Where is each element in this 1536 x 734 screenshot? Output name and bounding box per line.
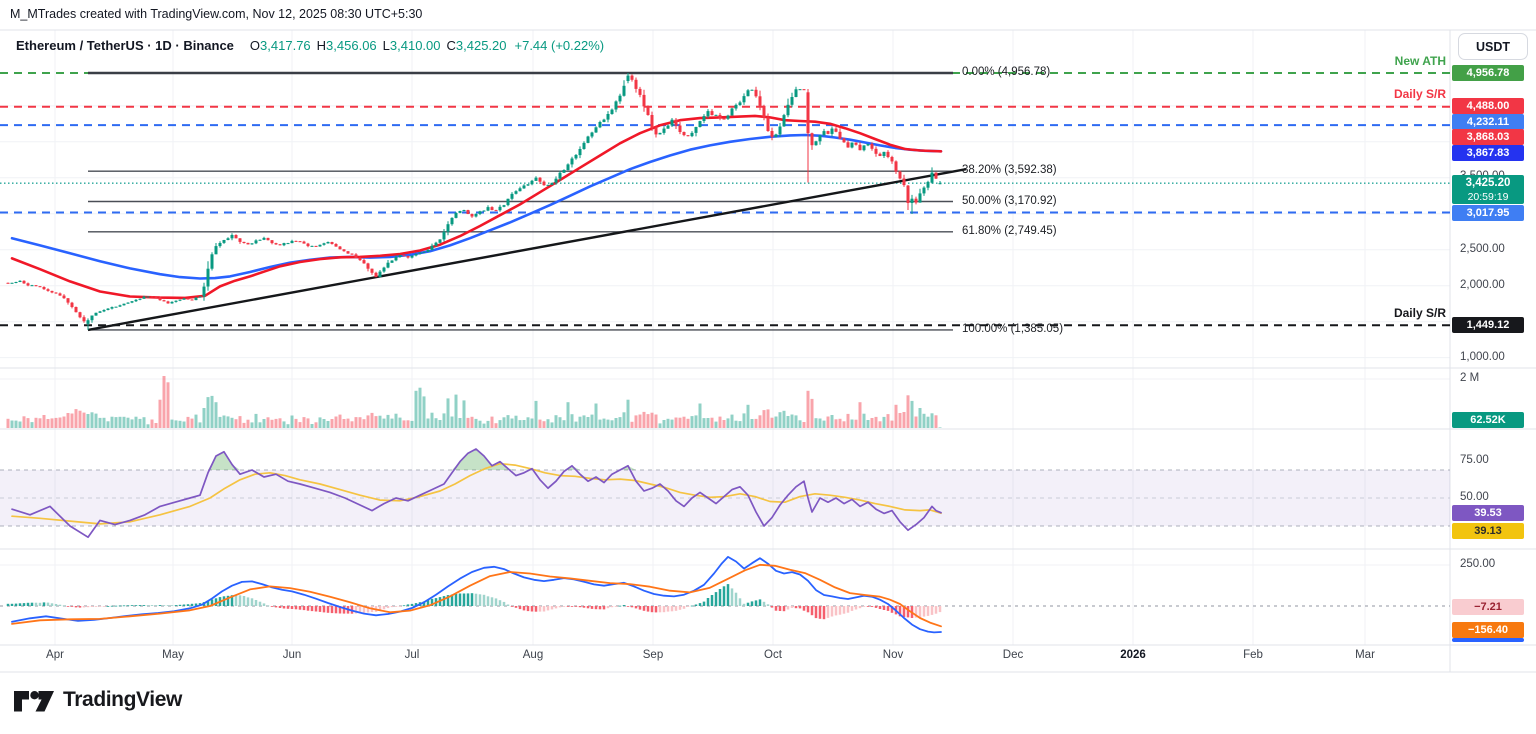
price-scale-badge: 4,956.78 [1452,65,1524,81]
tradingview-footer: TradingView [13,686,182,714]
current-price-badge: 3,425.20 20:59:19 [1452,175,1524,204]
gridlines [0,30,1450,645]
price-scale-badge: 39.13 [1452,523,1524,539]
price-scale-badge: 3,867.83 [1452,145,1524,161]
time-axis-label: Mar [1355,649,1375,661]
level-annotation-text: New ATH [1394,54,1446,68]
price-scale-badge: 1,449.12 [1452,317,1524,333]
fib-level-label: 0.00% (4,956.78) [962,65,1051,78]
low-value: 3,410.00 [389,38,441,53]
open-label: O [249,38,261,53]
price-scale-label: 50.00 [1460,491,1489,503]
time-axis-label: Aug [522,649,544,661]
time-axis-label: Jul [404,649,420,661]
price-scale-label: 1,000.00 [1460,351,1505,363]
fib-level-label: 38.20% (3,592.38) [962,163,1057,176]
signal-label-sliver [1452,638,1524,642]
price-scale-badge: 3,868.03 [1452,129,1524,145]
low-label: L [382,38,390,53]
current-price: 3,425.20 [1465,177,1511,189]
close-label: C [446,38,456,53]
time-axis-label: 2026 [1120,649,1146,661]
fib-level-label: 50.00% (3,170.92) [962,194,1057,207]
tradingview-wordmark[interactable]: TradingView [63,688,182,712]
chart-canvas[interactable] [0,0,1536,734]
time-axis-label: Feb [1243,649,1263,661]
price-scale-label: 250.00 [1460,558,1496,570]
price-scale-badge: 39.53 [1452,505,1524,521]
open-value: 3,417.76 [260,38,311,53]
price-scale-badge: 3,017.95 [1452,205,1524,221]
price-scale-label: 75.00 [1460,454,1489,466]
time-axis-label: Apr [46,649,64,661]
change-value: +7.44 (+0.22%) [514,38,605,53]
price-scale-badge: 62.52K [1452,412,1524,428]
currency-toggle-button[interactable]: USDT [1458,33,1528,60]
price-scale-badge: −156.40 [1452,622,1524,638]
price-scale-label: 2,500.00 [1460,243,1505,255]
close-value: 3,425.20 [455,38,507,53]
price-scale-label: 2,000.00 [1460,279,1505,291]
volume-pane [6,376,942,428]
macd-pane [0,556,1450,634]
time-axis-label: Oct [764,649,782,661]
price-scale-label: 2 M [1460,372,1480,384]
price-scale-badge: 4,488.00 [1452,98,1524,114]
price-scale-badge: −7.21 [1452,599,1524,615]
rsi-pane [0,448,1450,539]
symbol-legend: Ethereum / TetherUS · 1D · Binance O3,417… [16,38,604,53]
time-axis-label: Jun [282,649,302,661]
tradingview-logo-icon[interactable] [13,686,55,714]
price-pane [0,71,1450,332]
price-scale-badge: 4,232.11 [1452,114,1524,130]
level-annotation-text: Daily S/R [1393,87,1446,101]
fib-level-label: 100.00% (1,385.05) [962,322,1064,335]
level-annotation-text: Daily S/R [1393,306,1446,320]
time-axis-label: Sep [642,649,664,661]
high-label: H [316,38,327,53]
high-value: 3,456.06 [326,38,377,53]
symbol-title[interactable]: Ethereum / TetherUS · 1D · Binance [16,38,234,53]
fib-level-label: 61.80% (2,749.45) [962,224,1057,237]
time-axis-label: May [162,649,184,661]
time-axis-label: Dec [1002,649,1024,661]
bar-countdown: 20:59:19 [1467,191,1509,203]
tradingview-chart-screenshot: { "header": { "credit": "M_MTrades creat… [0,0,1536,734]
credit-text: M_MTrades created with TradingView.com, … [10,7,423,21]
time-axis-label: Nov [882,649,904,661]
